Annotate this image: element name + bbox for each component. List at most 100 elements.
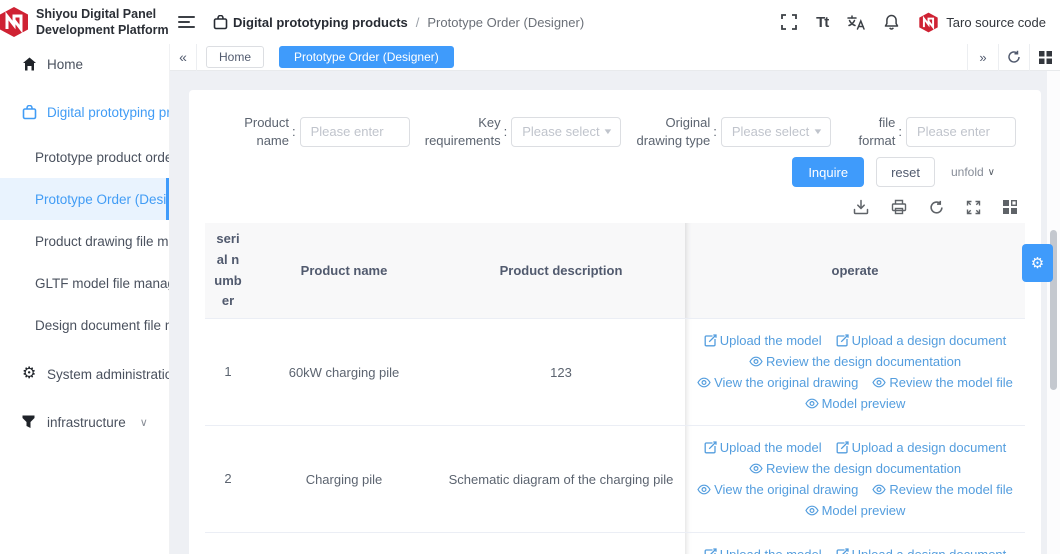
key-requirements-select[interactable]: Please select ▼	[511, 117, 621, 147]
filter-original-drawing-type: Original drawing type : Please select ▼	[630, 114, 831, 149]
sidebar-item-label: Prototype Order (Designer)	[35, 192, 169, 207]
filter-label: Original drawing type	[630, 114, 710, 149]
print-icon[interactable]	[891, 199, 907, 215]
column-product-description: Product description	[437, 223, 685, 318]
filter-product-name: Product name :	[235, 114, 410, 149]
product-name-input[interactable]	[300, 117, 410, 147]
theme-settings-button[interactable]: ⚙	[1022, 244, 1053, 282]
caret-down-icon: ▼	[603, 127, 614, 136]
caret-down-icon: ▼	[812, 127, 823, 136]
sidebar-item-infrastructure[interactable]: infrastructure ∨	[0, 402, 169, 442]
breadcrumb: Digital prototyping products / Prototype…	[213, 15, 584, 30]
sidebar-item-product-drawing-file-management[interactable]: Product drawing file management	[0, 220, 169, 262]
sidebar-item-prototype-product-order-management[interactable]: Prototype product order management	[0, 136, 169, 178]
product-name-cell: 60kW charging pile	[251, 319, 437, 425]
sidebar-item-prototype-order-designer[interactable]: Prototype Order (Designer)	[0, 178, 169, 220]
sidebar-item-label: infrastructure	[47, 415, 126, 430]
column-settings-icon[interactable]	[1003, 200, 1017, 214]
filter-label: file format	[856, 114, 896, 149]
bag-icon	[213, 15, 228, 30]
home-icon	[22, 57, 38, 71]
refresh-icon[interactable]	[929, 200, 944, 215]
taro-source-link[interactable]: Taro source code	[918, 12, 1046, 33]
review-model-file-link[interactable]: Review the model file	[872, 375, 1013, 390]
original-drawing-type-select[interactable]: Please select ▼	[721, 117, 831, 147]
upload-design-document-link[interactable]: Upload a design document	[836, 547, 1007, 554]
sidebar-item-label: Product drawing file management	[35, 234, 169, 249]
sidebar-item-design-document-file-management[interactable]: Design document file management	[0, 304, 169, 346]
content-card: Product name : Key requirements : Please…	[189, 90, 1041, 554]
upload-model-link[interactable]: Upload the model	[704, 547, 822, 554]
translate-icon[interactable]	[847, 15, 865, 30]
column-operate: operate	[685, 223, 1025, 318]
column-serial-number: serial number	[205, 223, 251, 318]
tabbar-actions: »	[967, 44, 1060, 71]
expand-table-icon[interactable]	[966, 200, 981, 215]
review-design-documentation-link[interactable]: Review the design documentation	[749, 354, 961, 369]
breadcrumb-separator: /	[416, 15, 420, 30]
tab-label: Home	[219, 50, 251, 64]
review-model-file-link[interactable]: Review the model file	[872, 482, 1013, 497]
orders-table: serial number Product name Product descr…	[205, 223, 1025, 554]
table-row: 1 60kW charging pile 123 Upload the mode…	[205, 319, 1025, 426]
view-original-drawing-link[interactable]: View the original drawing	[697, 482, 858, 497]
fullscreen-icon[interactable]	[781, 14, 797, 30]
sidebar-item-label: System administration	[47, 367, 169, 382]
tabs-scroll-left-icon[interactable]: «	[170, 44, 197, 71]
select-placeholder: Please select	[732, 124, 809, 139]
workspace: Product name : Key requirements : Please…	[170, 71, 1060, 554]
product-name-cell: Test order 1	[251, 533, 437, 554]
product-description-cell: 1111	[437, 533, 685, 554]
font-size-icon[interactable]: Tt	[816, 14, 828, 31]
filter-file-format: file format :	[856, 114, 1016, 149]
upload-model-link[interactable]: Upload the model	[704, 333, 822, 348]
download-icon[interactable]	[853, 199, 869, 215]
tab-layout-grid-icon[interactable]	[1029, 44, 1060, 71]
header-actions: Tt Taro source code	[781, 12, 1060, 33]
table-header-row: serial number Product name Product descr…	[205, 223, 1025, 319]
operate-cell: Upload the model Upload a design documen…	[685, 319, 1025, 425]
product-name-cell: Charging pile	[251, 426, 437, 532]
upload-model-link[interactable]: Upload the model	[704, 440, 822, 455]
model-preview-link[interactable]: Model preview	[805, 396, 906, 411]
serial-cell: 1	[205, 319, 251, 425]
chevron-down-icon: ∨	[988, 167, 995, 178]
unfold-toggle[interactable]: unfold ∨	[951, 165, 995, 179]
filter-label: Product name	[235, 114, 289, 149]
inquire-button[interactable]: Inquire	[792, 157, 864, 187]
tab-home[interactable]: Home	[206, 46, 264, 68]
taro-logo-icon	[918, 12, 939, 33]
review-design-documentation-link[interactable]: Review the design documentation	[749, 461, 961, 476]
gear-icon: ⚙	[22, 366, 38, 382]
sidebar-item-system-administration[interactable]: ⚙ System administration	[0, 354, 169, 394]
colon: :	[292, 124, 296, 139]
serial-cell: 3	[205, 533, 251, 554]
top-header: Shiyou Digital Panel Development Platfor…	[0, 0, 1060, 44]
brand: Shiyou Digital Panel Development Platfor…	[0, 0, 170, 44]
sidebar-item-home[interactable]: Home	[0, 44, 169, 84]
file-format-input[interactable]	[906, 117, 1016, 147]
product-description-cell: Schematic diagram of the charging pile	[437, 426, 685, 532]
model-preview-link[interactable]: Model preview	[805, 503, 906, 518]
sidebar-item-label: Design document file management	[35, 318, 169, 333]
sidebar-fold-icon[interactable]	[178, 15, 195, 29]
upload-design-document-link[interactable]: Upload a design document	[836, 440, 1007, 455]
upload-design-document-link[interactable]: Upload a design document	[836, 333, 1007, 348]
sidebar-item-digital-prototyping-products[interactable]: Digital prototyping products	[0, 92, 169, 132]
reset-button[interactable]: reset	[876, 157, 935, 187]
breadcrumb-root[interactable]: Digital prototyping products	[233, 15, 408, 30]
tabs-scroll-right-icon[interactable]: »	[967, 44, 998, 71]
tab-refresh-icon[interactable]	[998, 44, 1029, 71]
app-title: Shiyou Digital Panel Development Platfor…	[36, 6, 169, 39]
tab-bar: « Home Prototype Order (Designer) »	[170, 44, 1060, 71]
gear-icon: ⚙	[1031, 254, 1044, 272]
taro-source-label: Taro source code	[946, 15, 1046, 30]
sidebar-item-gltf-model-file-management[interactable]: GLTF model file management	[0, 262, 169, 304]
bag-icon	[22, 105, 38, 120]
view-original-drawing-link[interactable]: View the original drawing	[697, 375, 858, 390]
table-row: 2 Charging pile Schematic diagram of the…	[205, 426, 1025, 533]
serial-cell: 2	[205, 426, 251, 532]
tab-prototype-order-designer[interactable]: Prototype Order (Designer)	[279, 46, 454, 68]
bell-icon[interactable]	[884, 14, 899, 30]
colon: :	[898, 124, 902, 139]
